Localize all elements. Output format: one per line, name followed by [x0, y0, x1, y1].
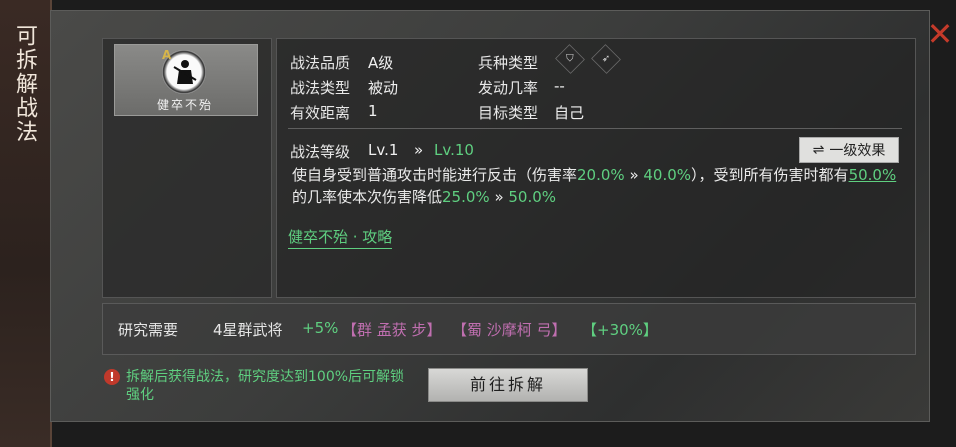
- level-current: Lv.1: [368, 141, 399, 159]
- research-extra-bonus: 【+30%】: [582, 321, 658, 339]
- unit-type-label: 兵种类型: [478, 54, 539, 72]
- quality-label: 战法品质: [290, 54, 351, 72]
- trigger-rate-label: 发动几率: [478, 79, 539, 97]
- research-general: 【蜀 沙摩柯 弓】: [452, 321, 567, 339]
- divider: [288, 128, 902, 129]
- tactic-description: 使自身受到普通攻击时能进行反击（伤害率20.0% » 40.0%），受到所有伤害…: [292, 164, 902, 208]
- level-arrow: »: [414, 141, 424, 159]
- desc-text: 使自身受到普通攻击时能进行反击（伤害率: [292, 166, 578, 184]
- type-value: 被动: [368, 79, 399, 97]
- range-label: 有效距离: [290, 104, 351, 122]
- range-value: 1: [368, 102, 378, 120]
- close-icon[interactable]: ✕: [926, 18, 954, 50]
- effect-toggle-button[interactable]: ⇌ 一级效果: [799, 137, 899, 163]
- desc-arrow: »: [624, 166, 644, 184]
- desc-arrow: »: [489, 188, 509, 206]
- research-general: 【群 孟获 步】: [342, 321, 442, 339]
- swap-icon: ⇌: [812, 142, 825, 158]
- quality-value: A级: [368, 54, 394, 72]
- desc-value: 50.0%: [508, 188, 557, 206]
- effect-toggle-label: 一级效果: [829, 143, 886, 159]
- tactic-name: 健卒不殆: [156, 98, 213, 112]
- research-label: 研究需要: [118, 321, 179, 339]
- desc-value: 20.0%: [577, 166, 625, 184]
- research-condition: 4星群武将: [213, 321, 283, 339]
- desc-text: 的几率使本次伤害降低: [292, 188, 443, 206]
- warrior-icon: [173, 60, 197, 84]
- strategy-guide-link[interactable]: 健卒不殆 · 攻略: [288, 226, 393, 249]
- warning-icon: !: [104, 369, 120, 385]
- research-bonus: +5%: [302, 319, 339, 337]
- go-disassemble-button[interactable]: 前往拆解: [428, 368, 588, 402]
- desc-value: 50.0%: [848, 166, 897, 184]
- trigger-rate-value: --: [554, 77, 565, 95]
- desc-value: 40.0%: [643, 166, 692, 184]
- target-type-value: 自己: [554, 104, 585, 122]
- desc-value: 25.0%: [442, 188, 490, 206]
- level-label: 战法等级: [290, 143, 351, 161]
- type-label: 战法类型: [290, 79, 351, 97]
- grade-badge: A: [162, 48, 172, 62]
- warning-text: 拆解后获得战法，研究度达到100%后可解锁强化: [126, 369, 405, 403]
- target-type-label: 目标类型: [478, 104, 539, 122]
- side-title: 可拆解战法: [12, 24, 37, 144]
- level-max: Lv.10: [434, 141, 474, 159]
- desc-text: ），受到所有伤害时都有: [691, 166, 849, 184]
